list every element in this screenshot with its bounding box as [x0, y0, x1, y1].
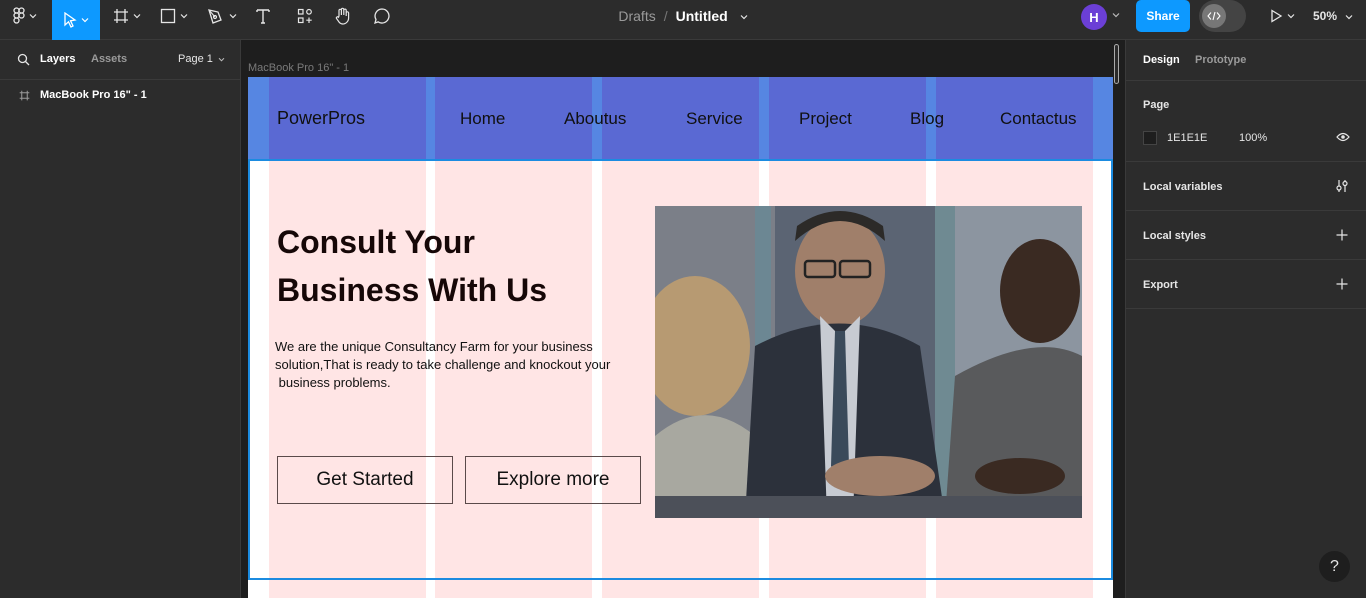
- design-canvas[interactable]: MacBook Pro 16" - 1 PowerPros Home About…: [241, 40, 1125, 598]
- search-icon[interactable]: [17, 53, 30, 66]
- hero-headline-line-1: Consult Your: [277, 224, 475, 260]
- chevron-down-icon: [29, 13, 37, 19]
- nav-link-home[interactable]: Home: [460, 109, 505, 129]
- frame-icon: [113, 8, 129, 24]
- get-started-button[interactable]: Get Started: [277, 456, 453, 504]
- layout-grid-gutter: [248, 77, 269, 159]
- help-button[interactable]: ?: [1319, 551, 1350, 582]
- share-button[interactable]: Share: [1136, 0, 1190, 32]
- chevron-down-icon: [1287, 13, 1295, 19]
- page-selector-label: Page 1: [178, 53, 213, 65]
- hero-paragraph-line-1: We are the unique Consultancy Farm for y…: [275, 339, 593, 354]
- resources-tool-button[interactable]: [297, 0, 313, 32]
- present-button[interactable]: [1269, 0, 1295, 32]
- move-icon: [63, 12, 77, 28]
- tab-layers[interactable]: Layers: [40, 53, 75, 65]
- frame-tool-button[interactable]: [113, 0, 141, 32]
- tab-assets[interactable]: Assets: [91, 53, 127, 65]
- business-meeting-photo: [655, 206, 1082, 518]
- top-toolbar: Drafts / Untitled H Share 50%: [0, 0, 1366, 40]
- hero-headline-line-2: Business With Us: [277, 272, 547, 308]
- figma-menu-icon: [13, 7, 25, 25]
- explore-more-button[interactable]: Explore more: [465, 456, 641, 504]
- layout-grid-gutter: [426, 77, 435, 159]
- hero-paragraph[interactable]: We are the unique Consultancy Farm for y…: [275, 338, 645, 392]
- move-tool-button[interactable]: [52, 0, 100, 40]
- variables-icon[interactable]: [1335, 179, 1349, 193]
- pen-tool-button[interactable]: [207, 0, 237, 32]
- zoom-menu[interactable]: 50%: [1313, 0, 1353, 32]
- frame-icon: [19, 90, 30, 101]
- file-title[interactable]: Untitled: [676, 8, 728, 24]
- hero-image[interactable]: [655, 206, 1082, 518]
- resources-icon: [297, 8, 313, 24]
- comment-icon: [373, 7, 391, 25]
- hero-headline[interactable]: Consult Your Business With Us: [277, 218, 607, 314]
- hand-tool-button[interactable]: [334, 0, 352, 32]
- chevron-down-icon[interactable]: [740, 14, 748, 20]
- site-logo[interactable]: PowerPros: [277, 108, 365, 129]
- tab-design[interactable]: Design: [1143, 54, 1180, 66]
- chevron-down-icon: [133, 13, 141, 19]
- local-styles-section: Local styles: [1126, 211, 1366, 260]
- hero-paragraph-line-3: business problems.: [275, 375, 391, 390]
- export-section: Export: [1126, 260, 1366, 309]
- local-styles-label[interactable]: Local styles: [1143, 230, 1206, 242]
- design-panel-tabs: Design Prototype: [1126, 40, 1366, 81]
- plus-icon[interactable]: [1336, 278, 1348, 290]
- chevron-down-icon: [81, 17, 89, 23]
- local-variables-label[interactable]: Local variables: [1143, 181, 1223, 193]
- nav-link-project[interactable]: Project: [799, 109, 852, 129]
- breadcrumb-drafts[interactable]: Drafts: [618, 8, 655, 24]
- hand-icon: [334, 7, 352, 25]
- frame-label[interactable]: MacBook Pro 16" - 1: [248, 62, 349, 74]
- user-avatar[interactable]: H: [1081, 4, 1107, 30]
- layers-panel-header: Layers Assets Page 1: [0, 40, 240, 80]
- page-selector[interactable]: Page 1: [178, 53, 225, 65]
- text-icon: [255, 8, 271, 24]
- site-navbar[interactable]: PowerPros Home Aboutus Service Project B…: [248, 77, 1113, 159]
- breadcrumb-separator: /: [663, 8, 668, 24]
- tab-prototype[interactable]: Prototype: [1195, 54, 1246, 66]
- nav-link-service[interactable]: Service: [686, 109, 743, 129]
- dev-mode-toggle[interactable]: [1199, 0, 1246, 32]
- page-heading: Page: [1143, 99, 1170, 111]
- local-variables-section: Local variables: [1126, 162, 1366, 211]
- pen-icon: [207, 8, 225, 24]
- design-panel: Design Prototype Page 1E1E1E 100% Local …: [1125, 40, 1366, 598]
- page-color-hex[interactable]: 1E1E1E: [1167, 132, 1207, 144]
- layers-panel: Layers Assets Page 1 MacBook Pro 16" - 1: [0, 40, 241, 598]
- code-icon: [1202, 4, 1226, 28]
- canvas-scrollbar[interactable]: [1114, 44, 1119, 84]
- nav-link-blog[interactable]: Blog: [910, 109, 944, 129]
- rectangle-icon: [160, 8, 176, 24]
- text-tool-button[interactable]: [255, 0, 271, 32]
- page-section: Page 1E1E1E 100%: [1126, 81, 1366, 162]
- chevron-down-icon: [1345, 14, 1353, 20]
- eye-icon[interactable]: [1336, 132, 1350, 142]
- plus-icon[interactable]: [1336, 229, 1348, 241]
- export-label[interactable]: Export: [1143, 279, 1178, 291]
- layout-grid-gutter: [1093, 77, 1113, 159]
- chevron-down-icon: [180, 13, 188, 19]
- nav-link-aboutus[interactable]: Aboutus: [564, 109, 626, 129]
- chevron-down-icon: [229, 13, 237, 19]
- chevron-down-icon[interactable]: [1112, 12, 1120, 18]
- play-icon: [1269, 9, 1283, 23]
- shape-tool-button[interactable]: [160, 0, 188, 32]
- layout-grid-gutter: [759, 77, 769, 159]
- layer-label: MacBook Pro 16" - 1: [40, 89, 147, 101]
- layer-row[interactable]: MacBook Pro 16" - 1: [0, 88, 240, 104]
- chevron-down-icon: [218, 57, 225, 62]
- page-opacity[interactable]: 100%: [1239, 132, 1267, 144]
- comment-tool-button[interactable]: [373, 0, 391, 32]
- macbook-frame[interactable]: PowerPros Home Aboutus Service Project B…: [248, 77, 1113, 598]
- zoom-level: 50%: [1313, 9, 1338, 23]
- nav-link-contactus[interactable]: Contactus: [1000, 109, 1077, 129]
- hero-paragraph-line-2: solution,That is ready to take challenge…: [275, 357, 611, 372]
- figma-menu-button[interactable]: [13, 0, 37, 32]
- page-color-swatch[interactable]: [1143, 131, 1157, 145]
